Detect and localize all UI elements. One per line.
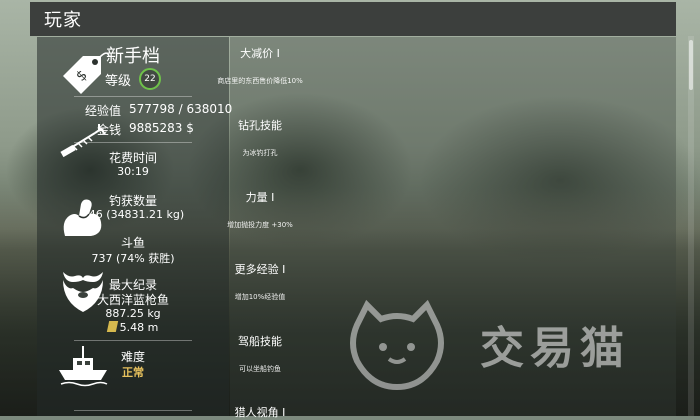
skill-desc: 为冰钓打孔 [242, 149, 278, 157]
header-title: 玩家 [44, 10, 82, 31]
scrollbar-thumb[interactable] [689, 40, 693, 90]
price-tag-icon: $ [63, 52, 110, 94]
skill-name: 力量 I [245, 191, 275, 204]
beard-icon [63, 272, 103, 312]
xp-label: 经验值 [84, 104, 121, 118]
skill-name: 钻孔技能 [238, 119, 282, 132]
lure-icon [106, 321, 118, 332]
skill-name: 更多经验 I [234, 263, 286, 276]
ice-drill-icon [60, 124, 106, 158]
xp-value: 577798 / 638010 [129, 102, 233, 116]
strength-arm-icon [63, 199, 102, 236]
skill-name: 大减价 I [240, 47, 280, 60]
scrollbar[interactable] [688, 36, 694, 416]
player-header: 玩家 [30, 2, 676, 36]
skill-desc: 增加抛投力度 +30% [227, 221, 293, 229]
skill-desc: 商店里的东西售价降低10% [217, 77, 303, 85]
boat-icon [59, 346, 108, 387]
watermark-text: 交易猫 [480, 323, 630, 374]
skill-name: 猎人视角 I [234, 406, 286, 419]
